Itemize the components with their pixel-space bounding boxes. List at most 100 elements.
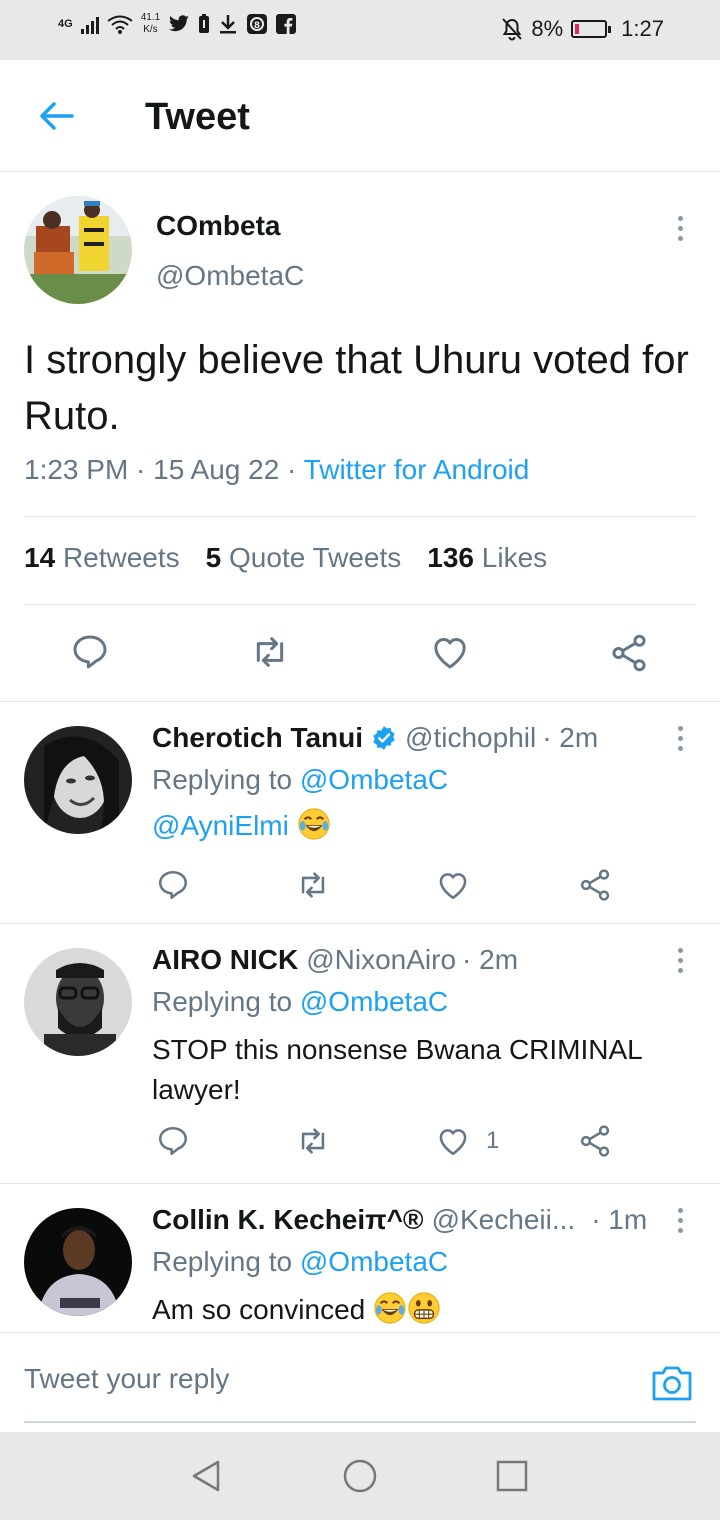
- like-heart-icon[interactable]: [430, 632, 470, 672]
- clock: 1:27: [621, 16, 664, 41]
- battery-percent: 8%: [531, 16, 564, 41]
- more-options-icon[interactable]: [670, 208, 690, 248]
- more-options-icon[interactable]: [670, 1200, 690, 1240]
- reply-text: STOP this nonsense Bwana CRIMINAL lawyer…: [152, 1034, 642, 1105]
- tweet-stats: 14 Retweets 5 Quote Tweets 136 Likes: [24, 542, 547, 574]
- reply-avatar[interactable]: [24, 948, 132, 1056]
- grimacing-emoji-icon: [408, 1292, 440, 1324]
- author-handle[interactable]: @OmbetaC: [156, 260, 304, 292]
- reply-text-content: Am so convinced: [152, 1294, 373, 1325]
- nav-recents-icon[interactable]: [494, 1458, 530, 1494]
- tweet-source-link[interactable]: Twitter for Android: [304, 454, 530, 485]
- reply-timestamp: · 2m: [462, 944, 519, 975]
- share-icon[interactable]: [577, 1123, 613, 1159]
- download-icon: [220, 15, 237, 34]
- tears-of-joy-emoji-icon: [374, 1292, 406, 1324]
- reply-author-name[interactable]: Cherotich Tanui: [152, 722, 363, 754]
- author-name[interactable]: COmbeta: [156, 210, 280, 242]
- reply-action[interactable]: [156, 868, 190, 902]
- reply-author-handle[interactable]: @NixonAiro: [306, 944, 456, 976]
- back-arrow-icon[interactable]: [36, 96, 76, 136]
- signal-icon: [80, 14, 99, 34]
- reply-input-underline: [24, 1421, 696, 1423]
- share-icon[interactable]: [577, 867, 613, 903]
- verified-badge-icon: [373, 726, 395, 750]
- like-action[interactable]: 1: [436, 1124, 499, 1158]
- twitter-notification-icon: [169, 15, 190, 32]
- system-nav-bar: [0, 1432, 720, 1520]
- main-tweet: COmbeta @OmbetaC I strongly believe that…: [0, 172, 720, 702]
- wifi-icon: [107, 15, 133, 34]
- page-title: Tweet: [145, 96, 250, 138]
- reply-timestamp: · 2m: [542, 722, 599, 753]
- app-header: Tweet: [0, 60, 720, 172]
- share-action[interactable]: [577, 867, 613, 903]
- reply-icon[interactable]: [70, 632, 110, 672]
- reply-author-name[interactable]: Collin K. Kecheiπ^®: [152, 1204, 424, 1236]
- mute-bell-icon: [502, 18, 523, 41]
- replying-to-mention[interactable]: @OmbetaC: [300, 764, 448, 795]
- likes-label: Likes: [481, 542, 548, 573]
- share-icon[interactable]: [608, 632, 650, 674]
- reply-author-handle[interactable]: @Kecheii...: [432, 1204, 576, 1236]
- battery-saver-icon: [199, 14, 210, 33]
- more-options-icon[interactable]: [670, 718, 690, 758]
- reply-header: AIRO NICK @NixonAiro · 2m: [152, 944, 518, 976]
- retweets-stat[interactable]: 14 Retweets: [24, 542, 180, 574]
- reply-input[interactable]: Tweet your reply: [24, 1363, 229, 1395]
- replying-to: Replying to @OmbetaC: [152, 986, 448, 1018]
- divider: [24, 604, 696, 605]
- status-bar: 4G 41.1 K/s 8 8% 1:27: [0, 0, 720, 60]
- reply-action[interactable]: [156, 1124, 190, 1158]
- reply-avatar[interactable]: [24, 726, 132, 834]
- reply-timestamp: · 1m: [591, 1204, 648, 1235]
- retweets-label: Retweets: [62, 542, 180, 573]
- retweets-count: 14: [24, 542, 56, 573]
- tears-of-joy-emoji-icon: [298, 808, 330, 840]
- nav-back-icon[interactable]: [188, 1458, 224, 1494]
- more-options-icon[interactable]: [670, 940, 690, 980]
- replying-to-mention[interactable]: @OmbetaC: [300, 1246, 448, 1277]
- reply-avatar[interactable]: [24, 1208, 132, 1316]
- facebook-icon: [276, 14, 297, 34]
- retweet-action[interactable]: [296, 868, 330, 902]
- quote-tweets-stat[interactable]: 5 Quote Tweets: [206, 542, 402, 574]
- reply-author-handle[interactable]: @tichophil: [405, 722, 536, 754]
- tweet-actions: [0, 632, 720, 676]
- retweet-action[interactable]: [296, 1124, 330, 1158]
- retweet-icon[interactable]: [296, 868, 330, 902]
- camera-icon[interactable]: [650, 1361, 694, 1405]
- reply-author-name[interactable]: AIRO NICK: [152, 944, 298, 976]
- reply-icon[interactable]: [156, 868, 190, 902]
- mention-link[interactable]: @AyniElmi: [152, 810, 289, 841]
- reply-header: Cherotich Tanui @tichophil · 2m: [152, 722, 598, 754]
- author-avatar[interactable]: [24, 196, 132, 304]
- like-count: 1: [486, 1127, 500, 1154]
- divider: [24, 516, 696, 517]
- status-right: 8% 1:27: [501, 16, 664, 42]
- reply-tweet[interactable]: Collin K. Kecheiπ^® @Kecheii... · 1m Rep…: [0, 1184, 720, 1332]
- reply-tweet[interactable]: Cherotich Tanui @tichophil · 2m Replying…: [0, 702, 720, 924]
- replying-to-label: Replying to: [152, 986, 293, 1017]
- replying-to-label: Replying to: [152, 764, 293, 795]
- like-action[interactable]: [436, 868, 482, 902]
- quote-tweets-label: Quote Tweets: [229, 542, 402, 573]
- tweet-timestamp: 1:23 PM · 15 Aug 22 ·: [24, 454, 304, 485]
- replying-to: Replying to @OmbetaC: [152, 764, 448, 796]
- like-heart-icon[interactable]: [436, 868, 470, 902]
- nav-home-icon[interactable]: [342, 1458, 378, 1494]
- quote-tweets-count: 5: [205, 542, 222, 573]
- replying-to-mention[interactable]: @OmbetaC: [300, 986, 448, 1017]
- reply-header: Collin K. Kecheiπ^® @Kecheii... · 1m: [152, 1204, 647, 1236]
- share-action[interactable]: [577, 1123, 613, 1159]
- like-heart-icon[interactable]: [436, 1124, 470, 1158]
- tweet-meta: 1:23 PM · 15 Aug 22 · Twitter for Androi…: [24, 454, 529, 486]
- retweet-icon[interactable]: [296, 1124, 330, 1158]
- battery-icon: [571, 20, 612, 38]
- reply-icon[interactable]: [156, 1124, 190, 1158]
- reply-tweet[interactable]: AIRO NICK @NixonAiro · 2m Replying to @O…: [0, 924, 720, 1184]
- retweet-icon[interactable]: [250, 632, 290, 672]
- app-notification-icon: 8: [247, 14, 268, 34]
- data-speed: 41.1 K/s: [141, 12, 160, 36]
- likes-stat[interactable]: 136 Likes: [427, 542, 547, 574]
